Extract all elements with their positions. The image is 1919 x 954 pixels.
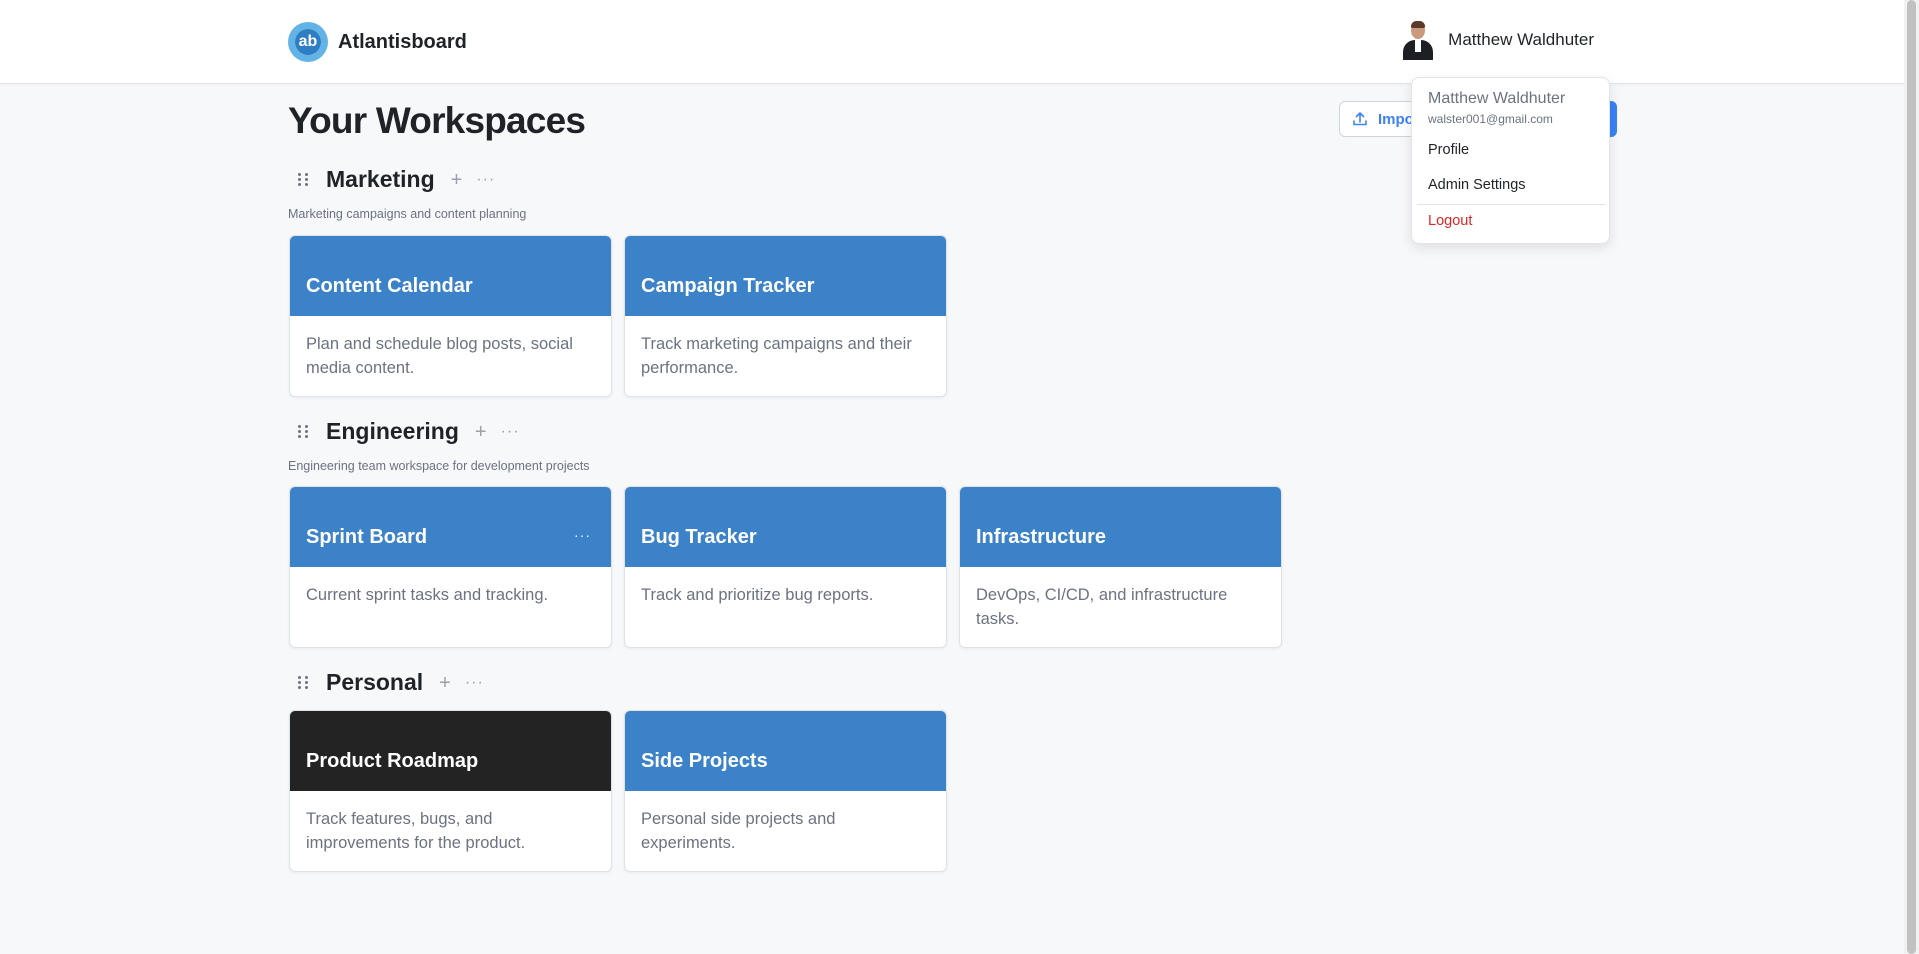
board-card-content-calendar[interactable]: Content Calendar Plan and schedule blog … [289,235,612,397]
board-title: Product Roadmap [306,750,479,772]
more-options-icon[interactable]: ··· [501,423,520,441]
board-card-header: Product Roadmap [290,711,611,791]
board-title: Content Calendar [306,275,473,297]
board-description: Current sprint tasks and tracking. [306,586,549,604]
add-board-icon[interactable]: + [451,170,463,190]
board-title: Infrastructure [976,526,1107,548]
dropdown-user-name: Matthew Waldhuter [1428,90,1566,107]
board-description: Track features, bugs, and improvements f… [306,810,526,852]
board-title: Campaign Tracker [641,275,815,297]
workspace-name: Engineering [326,418,459,444]
more-options-icon[interactable]: ··· [476,171,495,189]
user-dropdown-menu: Matthew Waldhuter walster001@gmail.com P… [1411,77,1610,244]
top-bar: ab Atlantisboard Matthew Waldhuter [0,0,1904,84]
import-button-label: Impo [1378,110,1414,128]
workspace-description: Marketing campaigns and content planning [288,207,527,221]
board-title: Sprint Board [306,526,428,548]
board-title: Side Projects [641,750,768,772]
board-card-header: Bug Tracker [625,487,946,567]
menu-divider [1417,204,1606,205]
scrollbar-thumb[interactable] [1907,0,1916,954]
brand[interactable]: ab Atlantisboard [288,22,467,62]
workspace-header-engineering: Engineering + ··· [298,418,520,445]
board-menu-icon[interactable]: ··· [574,527,591,543]
avatar [1400,20,1437,60]
board-card-side-projects[interactable]: Side Projects Personal side projects and… [624,710,947,872]
workspace-name: Personal [326,669,424,695]
workspace-name: Marketing [326,166,435,192]
menu-item-profile[interactable]: Profile [1428,142,1469,158]
page-title: Your Workspaces [288,100,586,141]
scrollbar[interactable] [1904,0,1919,954]
board-card-product-roadmap[interactable]: Product Roadmap Track features, bugs, an… [289,710,612,872]
board-card-header: Campaign Tracker [625,236,946,316]
board-description: Personal side projects and experiments. [641,810,836,852]
drag-handle-icon[interactable] [298,675,310,691]
workspace-header-marketing: Marketing + ··· [298,166,495,193]
dropdown-user-email: walster001@gmail.com [1428,112,1553,126]
add-board-icon[interactable]: + [439,673,451,693]
board-card-header: Content Calendar [290,236,611,316]
more-options-icon[interactable]: ··· [465,674,484,692]
workspace-description: Engineering team workspace for developme… [288,459,590,473]
board-card-bug-tracker[interactable]: Bug Tracker Track and prioritize bug rep… [624,486,947,648]
board-card-infrastructure[interactable]: Infrastructure DevOps, CI/CD, and infras… [959,486,1282,648]
menu-item-admin-settings[interactable]: Admin Settings [1428,177,1526,193]
board-card-campaign-tracker[interactable]: Campaign Tracker Track marketing campaig… [624,235,947,397]
board-description: Track and prioritize bug reports. [641,586,874,604]
board-card-header: Side Projects [625,711,946,791]
menu-item-logout[interactable]: Logout [1428,213,1472,229]
drag-handle-icon[interactable] [298,424,310,440]
board-card-header: Infrastructure [960,487,1281,567]
user-menu-button[interactable]: Matthew Waldhuter [1400,20,1594,60]
board-description: Plan and schedule blog posts, social med… [306,335,573,377]
board-card-header: Sprint Board ··· [290,487,611,567]
app-logo-icon: ab [288,22,328,62]
board-card-sprint-board[interactable]: Sprint Board ··· Current sprint tasks an… [289,486,612,648]
add-board-icon[interactable]: + [475,422,487,442]
app-name: Atlantisboard [338,30,467,53]
board-title: Bug Tracker [641,526,757,548]
workspace-header-personal: Personal + ··· [298,669,484,696]
upload-icon [1353,112,1367,126]
drag-handle-icon[interactable] [298,172,310,188]
user-name: Matthew Waldhuter [1448,30,1594,49]
board-description: Track marketing campaigns and their perf… [641,335,912,377]
board-description: DevOps, CI/CD, and infrastructure tasks. [976,586,1228,628]
